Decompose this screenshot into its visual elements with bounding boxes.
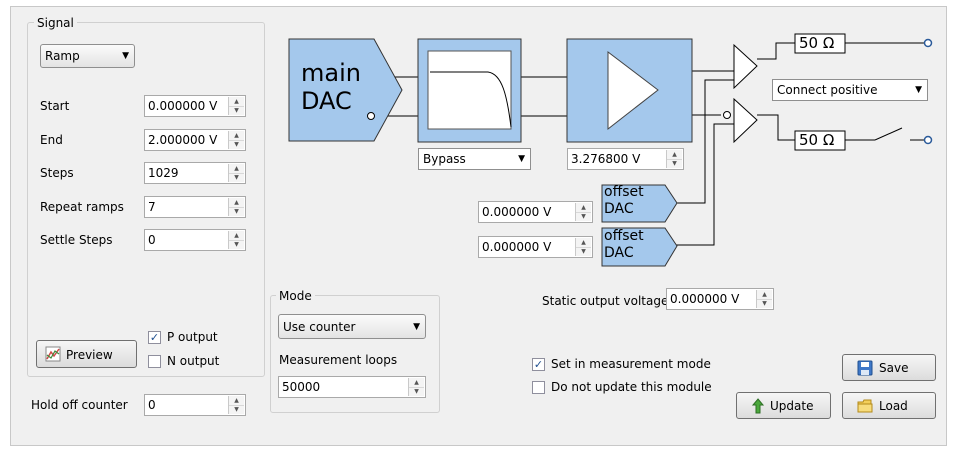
set-in-measurement-label: Set in measurement mode — [551, 357, 711, 371]
terminal-positive — [923, 38, 933, 48]
resistor-bottom-label: 50 Ω — [799, 131, 835, 149]
connect-select[interactable]: Connect positive ▼ — [772, 79, 928, 101]
spin-down-icon[interactable]: ▼ — [229, 405, 244, 414]
p-output-checkbox[interactable]: ✓ — [148, 331, 161, 344]
output-amp-negative — [733, 97, 758, 144]
chevron-down-icon: ▼ — [413, 322, 420, 332]
spin-down-icon[interactable]: ▼ — [576, 212, 591, 221]
set-in-measurement-checkbox[interactable]: ✓ — [532, 358, 545, 371]
folder-icon — [857, 399, 873, 413]
arrow-up-icon — [751, 398, 765, 414]
measurement-loops-value: 50000 — [282, 380, 321, 394]
hold-off-spinbox[interactable]: 0 ▲ ▼ — [144, 394, 246, 416]
mode-select[interactable]: Use counter ▼ — [278, 314, 426, 339]
spin-arrows[interactable]: ▲ ▼ — [666, 150, 682, 168]
inverting-node — [367, 112, 375, 120]
spin-arrows[interactable]: ▲ ▼ — [575, 203, 591, 221]
spin-down-icon[interactable]: ▼ — [667, 159, 682, 168]
n-output-checkbox[interactable] — [148, 355, 161, 368]
switch — [874, 127, 903, 141]
offset-dac-2-line1: offset — [604, 228, 644, 244]
inverting-node — [723, 111, 731, 119]
offset-dac-1-line2: DAC — [604, 201, 634, 217]
save-label: Save — [879, 361, 909, 375]
spin-arrows[interactable]: ▲ ▼ — [756, 290, 772, 308]
save-icon — [857, 360, 873, 376]
spin-down-icon[interactable]: ▼ — [757, 299, 772, 308]
do-not-update-label: Do not update this module — [551, 380, 712, 394]
mode-value: Use counter — [283, 320, 356, 334]
gain-spinbox[interactable]: 3.276800 V ▲ ▼ — [567, 148, 684, 170]
chevron-down-icon: ▼ — [915, 85, 922, 95]
hold-off-label: Hold off counter — [31, 398, 128, 412]
connect-value: Connect positive — [777, 83, 878, 97]
terminal-negative — [923, 135, 933, 145]
spin-down-icon[interactable]: ▼ — [576, 247, 591, 256]
filter-value: Bypass — [423, 152, 466, 166]
chevron-down-icon: ▼ — [518, 154, 525, 164]
do-not-update-checkbox[interactable] — [532, 381, 545, 394]
offset-dac-2-value: 0.000000 V — [482, 240, 552, 254]
resistor-top-label: 50 Ω — [799, 34, 835, 52]
load-label: Load — [879, 399, 908, 413]
offset-dac-2-line2: DAC — [604, 245, 634, 261]
wire — [757, 42, 795, 60]
measurement-loops-label: Measurement loops — [279, 353, 398, 367]
offset-dac-1-spinbox[interactable]: 0.000000 V ▲ ▼ — [478, 201, 593, 223]
main-dac-label-line1: main — [301, 59, 361, 87]
measurement-loops-spinbox[interactable]: 50000 ▲ ▼ — [278, 376, 426, 398]
output-amp-positive — [733, 43, 758, 90]
update-label: Update — [770, 399, 814, 413]
hold-off-value: 0 — [148, 398, 156, 412]
preview-button[interactable]: Preview — [36, 340, 137, 368]
gain-value: 3.276800 V — [571, 152, 641, 166]
offset-dac-2-spinbox[interactable]: 0.000000 V ▲ ▼ — [478, 236, 593, 258]
save-button[interactable]: Save — [842, 354, 936, 381]
static-output-label: Static output voltage — [542, 294, 669, 308]
static-output-value: 0.000000 V — [670, 292, 740, 306]
spin-arrows[interactable]: ▲ ▼ — [228, 396, 244, 414]
spin-down-icon[interactable]: ▼ — [409, 387, 424, 396]
wire — [757, 114, 795, 141]
update-button[interactable]: Update — [736, 392, 831, 419]
p-output-label: P output — [167, 330, 218, 344]
main-dac-label-line2: DAC — [301, 87, 352, 115]
load-button[interactable]: Load — [842, 392, 936, 419]
static-output-spinbox[interactable]: 0.000000 V ▲ ▼ — [666, 288, 774, 310]
n-output-label: N output — [167, 354, 220, 368]
spin-arrows[interactable]: ▲ ▼ — [408, 378, 424, 396]
filter-display — [427, 50, 512, 130]
mode-group-title: Mode — [276, 289, 315, 303]
offset-dac-1-value: 0.000000 V — [482, 205, 552, 219]
spin-arrows[interactable]: ▲ ▼ — [575, 238, 591, 256]
chart-icon — [45, 346, 61, 362]
offset-dac-1-line1: offset — [604, 184, 644, 200]
preview-label: Preview — [66, 348, 113, 362]
filter-select[interactable]: Bypass ▼ — [418, 148, 531, 170]
